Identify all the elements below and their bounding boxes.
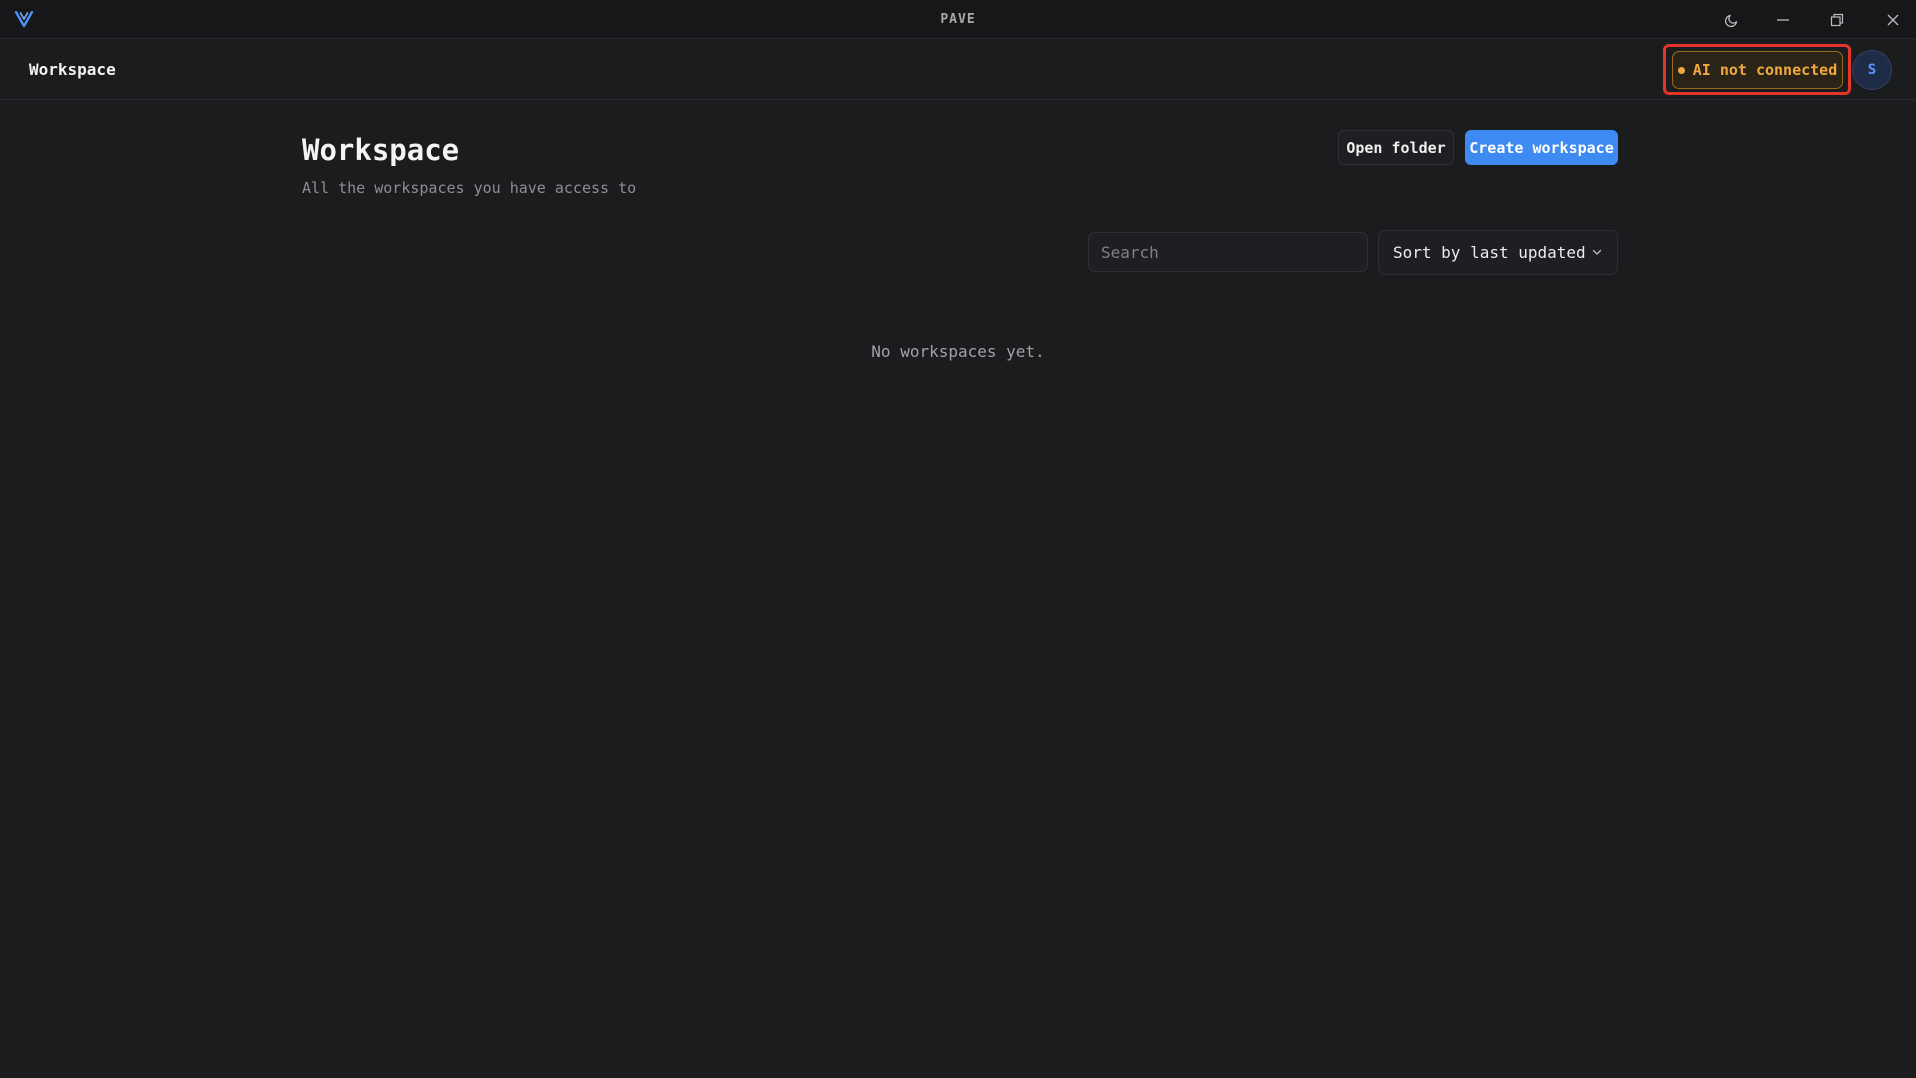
page-subtitle: All the workspaces you have access to [302, 179, 637, 197]
ai-status-button[interactable]: AI not connected [1672, 51, 1843, 89]
window-title: PAVE [940, 12, 976, 27]
empty-state-message: No workspaces yet. [871, 342, 1045, 361]
close-icon[interactable] [1881, 8, 1905, 32]
status-dot-icon [1677, 66, 1685, 74]
page-title: Workspace [302, 133, 460, 167]
sort-dropdown[interactable]: Sort by last updated [1378, 230, 1618, 275]
ai-status-label: AI not connected [1692, 61, 1838, 79]
title-bar: PAVE [0, 0, 1916, 39]
sort-selected-label: Sort by last updated [1393, 243, 1586, 262]
app-header: Workspace AI not connected S [0, 40, 1916, 100]
create-workspace-button[interactable]: Create workspace [1465, 130, 1618, 165]
theme-moon-icon[interactable] [1720, 8, 1744, 32]
header-title: Workspace [29, 60, 116, 79]
open-folder-label: Open folder [1346, 138, 1446, 157]
avatar[interactable]: S [1852, 50, 1892, 90]
chevron-down-icon [1591, 243, 1603, 262]
search-input[interactable] [1088, 232, 1368, 272]
minimize-icon[interactable] [1771, 8, 1795, 32]
avatar-initial: S [1867, 62, 1877, 78]
restore-icon[interactable] [1825, 8, 1849, 32]
create-workspace-label: Create workspace [1469, 138, 1614, 157]
open-folder-button[interactable]: Open folder [1338, 130, 1454, 165]
